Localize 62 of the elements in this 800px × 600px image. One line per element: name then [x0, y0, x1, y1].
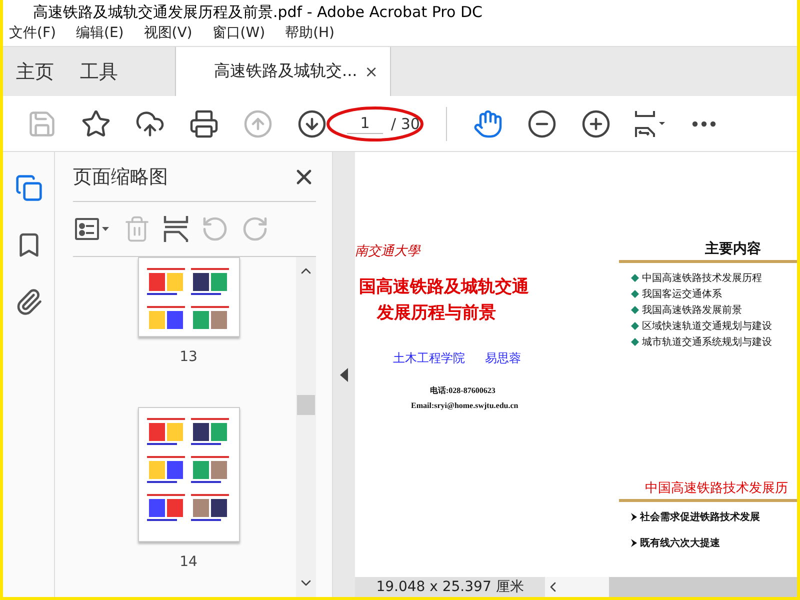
nav-tab[interactable]: 主页 — [3, 47, 67, 96]
page-number-field[interactable]: 1 — [347, 113, 383, 134]
scrollbar-thumb[interactable] — [297, 395, 315, 415]
save-icon — [27, 108, 57, 138]
slide-bullet-text: 城市轨道交通系统规划与建设 — [642, 336, 772, 349]
author-name: 易思蓉 — [485, 350, 521, 367]
school-name: 土木工程学院 — [393, 350, 465, 367]
scrollbar[interactable] — [296, 257, 316, 597]
diamond-bullet-icon — [631, 274, 639, 282]
menu-item[interactable]: 帮助(H) — [283, 22, 337, 44]
page-size-text: 19.048 x 25.397 厘米 — [355, 577, 545, 597]
slide-bullet-text: 我国高速铁路发展前景 — [642, 304, 742, 317]
slide-bullet-text: 既有线六次大提速 — [640, 536, 720, 550]
insert-pages-icon — [163, 215, 189, 243]
slide-heading: 主要内容 — [619, 240, 797, 263]
collapse-arrow-icon[interactable] — [340, 368, 348, 382]
page-number-label: 13 — [180, 349, 198, 365]
document-tab[interactable]: 高速铁路及城轨交... × — [175, 47, 391, 96]
pages-icon — [14, 174, 42, 202]
zoom-in-icon — [580, 108, 611, 138]
menu-item[interactable]: 编辑(E) — [74, 22, 126, 44]
page-thumbnail[interactable] — [138, 257, 240, 337]
phone-text: 电话:028-87600623 — [429, 385, 496, 396]
menu-item[interactable]: 文件(F) — [7, 22, 58, 44]
more-icon — [692, 120, 716, 126]
email-text: Email:sryi@home.swjtu.edu.cn — [410, 401, 520, 410]
page-count: / 30 — [391, 114, 420, 132]
diamond-bullet-icon — [631, 322, 639, 330]
diamond-bullet-icon — [631, 290, 639, 298]
menu-item[interactable]: 视图(V) — [142, 22, 194, 44]
cloud-upload-icon — [135, 108, 165, 138]
list-options-icon — [75, 218, 111, 240]
university-logo-text: 南交通大學 — [355, 243, 422, 260]
slide-bullet-text: 区域快速轨道交通规划与建设 — [642, 320, 772, 333]
slide-heading: 中国高速铁路技术发展历 — [619, 479, 797, 502]
hand-icon — [472, 108, 503, 138]
arrow-bullet-icon — [631, 539, 637, 547]
arrow-up-icon — [243, 108, 273, 138]
arrow-down-icon — [297, 108, 327, 138]
diamond-bullet-icon — [631, 306, 639, 314]
document-tab-label: 高速铁路及城轨交... — [214, 61, 358, 82]
paperclip-icon — [14, 288, 42, 316]
zoom-out-icon — [526, 108, 557, 138]
close-tab-button[interactable]: × — [364, 62, 378, 81]
slide-bullet-text: 社会需求促进铁路技术发展 — [640, 510, 760, 524]
page-thumbnail[interactable] — [138, 407, 240, 542]
menu-item[interactable]: 窗口(W) — [210, 22, 268, 44]
insert-button[interactable] — [161, 213, 191, 245]
trash-icon — [123, 215, 151, 243]
slide-title: 国高速铁路及城轨交通 发展历程与前景 — [358, 276, 530, 325]
panel-title: 页面缩略图 — [73, 164, 168, 190]
nav-tab[interactable]: 工具 — [67, 47, 131, 96]
slide-bullet-text: 我国客运交通体系 — [642, 288, 722, 301]
rotate-right-icon — [241, 215, 269, 243]
fit-page-icon — [632, 108, 667, 138]
rotate-left-icon — [201, 215, 229, 243]
star-icon — [81, 108, 111, 138]
page-number-label: 14 — [180, 554, 198, 570]
print-icon — [189, 108, 219, 138]
arrow-bullet-icon — [631, 513, 637, 521]
slide-bullet-text: 中国高速铁路技术发展历程 — [642, 272, 762, 285]
diamond-bullet-icon — [631, 338, 639, 346]
